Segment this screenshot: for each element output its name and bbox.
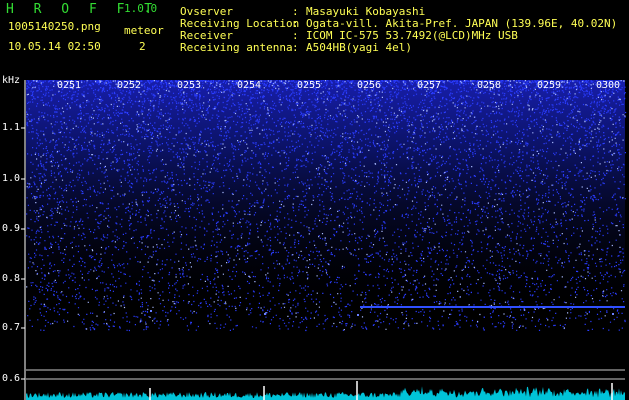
noise-band <box>26 80 625 310</box>
time-tick: 0253 <box>177 80 202 91</box>
y-axis-label: 0.8 <box>2 273 21 284</box>
time-tick: 0252 <box>117 80 142 91</box>
y-axis-label: 1.1 <box>2 122 21 133</box>
app-version: 1.0.0 <box>124 2 158 15</box>
time-tick: 0254 <box>237 80 262 91</box>
signal-dot <box>264 313 266 315</box>
time-tick: 0300 <box>596 80 621 91</box>
y-axis-label: 0.6 <box>2 373 21 384</box>
signal-dot <box>150 310 152 312</box>
meteor-count: 2 <box>139 40 146 53</box>
time-tick: 0257 <box>417 80 442 91</box>
amplitude-trace <box>26 386 625 400</box>
file-name: 1005140250.png <box>8 20 101 33</box>
y-axis-label: 0.9 <box>2 223 21 234</box>
signal-dot <box>357 314 359 316</box>
info-sep: : <box>292 41 299 54</box>
spectrogram-canvas <box>21 80 627 400</box>
info-value-antenna: A504HB(yagi 4el) <box>306 41 412 54</box>
signal-dot <box>612 313 614 315</box>
time-tick: 0251 <box>57 80 82 91</box>
y-axis-unit: kHz <box>2 75 21 86</box>
y-axis-label: 0.7 <box>2 322 21 333</box>
time-tick: 0256 <box>357 80 382 91</box>
date-time: 10.05.14 02:50 <box>8 40 101 53</box>
time-tick: 0259 <box>537 80 562 91</box>
meteor-label: meteor <box>124 24 164 37</box>
info-key-antenna: Receiving antenna <box>180 41 293 54</box>
time-tick: 0258 <box>477 80 502 91</box>
time-tick: 0255 <box>297 80 322 91</box>
y-axis-label: 1.0 <box>2 173 21 184</box>
